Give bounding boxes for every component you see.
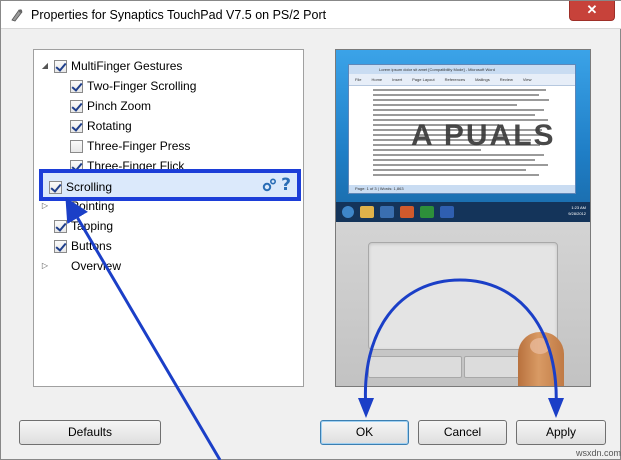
properties-window: Properties for Synaptics TouchPad V7.5 o…: [0, 0, 621, 460]
checkbox-multifinger-gestures[interactable]: [54, 59, 67, 73]
tree-item-label: Tapping: [71, 219, 114, 233]
help-question-icon[interactable]: ?: [281, 176, 291, 194]
settings-gear-icon[interactable]: [261, 177, 277, 193]
tree-item-label: Three-Finger Press: [87, 139, 191, 153]
tree-item-label: Pinch Zoom: [87, 99, 152, 113]
preview-ribbon-tab: File: [355, 77, 362, 82]
apply-button-label: Apply: [545, 425, 577, 439]
preview-touchpad-area: [336, 222, 590, 386]
preview-tray-clock: 1:23 AM 9/28/2012: [568, 205, 586, 217]
apply-button[interactable]: Apply: [516, 420, 606, 445]
settings-tree: ◢ MultiFinger Gestures Two-Finger Scroll…: [33, 49, 304, 387]
app-icon: [420, 206, 434, 218]
video-preview-panel: Lorem ipsum dolor sit amet [Compatibilit…: [335, 49, 591, 387]
tree-item-label: Overview: [71, 259, 122, 273]
checkbox-buttons[interactable]: [54, 239, 67, 253]
checkbox-tapping[interactable]: [54, 219, 67, 233]
tree-item-multifinger-gestures[interactable]: ◢ MultiFinger Gestures: [40, 56, 182, 76]
tree-item-scrolling[interactable]: Scrolling ?: [39, 169, 301, 201]
preview-taskbar: 1:23 AM 9/28/2012: [336, 202, 590, 222]
word-icon: [440, 206, 454, 218]
cancel-button[interactable]: Cancel: [418, 420, 507, 445]
appuals-watermark: A PUALS: [411, 119, 556, 152]
site-watermark: wsxdn.com: [576, 448, 621, 458]
app-icon: [400, 206, 414, 218]
scrolling-row-content: Scrolling: [49, 177, 112, 197]
defaults-button[interactable]: Defaults: [19, 420, 161, 445]
checkbox-scrolling[interactable]: [49, 180, 62, 194]
preview-ribbon-tab: References: [444, 77, 466, 82]
tree-item-label: Two-Finger Scrolling: [87, 79, 197, 93]
collapse-arrow-icon[interactable]: ◢: [40, 61, 50, 71]
window-title: Properties for Synaptics TouchPad V7.5 o…: [31, 8, 327, 22]
preview-tray-date: 9/28/2012: [568, 211, 586, 216]
checkbox-pinch-zoom[interactable]: [70, 99, 83, 113]
tree-item-pinch-zoom[interactable]: Pinch Zoom: [70, 96, 151, 116]
checkbox-two-finger-scrolling[interactable]: [70, 79, 83, 93]
title-bar: Properties for Synaptics TouchPad V7.5 o…: [1, 1, 621, 29]
folder-icon: [360, 206, 374, 218]
checkbox-three-finger-press[interactable]: [70, 139, 83, 153]
preview-ribbon-tab: View: [522, 77, 532, 82]
preview-ribbon-tab: Review: [499, 77, 513, 82]
preview-doc-ribbon: File Home Insert Page Layout References …: [349, 74, 575, 86]
tree-item-three-finger-press[interactable]: Three-Finger Press: [70, 136, 190, 156]
expand-arrow-icon[interactable]: ▷: [40, 201, 50, 211]
ok-button-label: OK: [355, 425, 374, 439]
preview-ribbon-tab: Insert: [392, 77, 403, 82]
tree-item-tapping[interactable]: Tapping: [54, 216, 113, 236]
checkbox-rotating[interactable]: [70, 119, 83, 133]
scrolling-row-actions: ?: [261, 176, 291, 194]
tree-item-two-finger-scrolling[interactable]: Two-Finger Scrolling: [70, 76, 196, 96]
tree-item-label: Buttons: [71, 239, 112, 253]
tree-item-buttons[interactable]: Buttons: [54, 236, 112, 256]
tree-item-label: Pointing: [71, 199, 115, 213]
preview-ribbon-tab: Mailings: [475, 77, 490, 82]
preview-ribbon-tab: Home: [371, 77, 383, 82]
tree-item-label: Scrolling: [66, 180, 113, 194]
start-orb-icon: [342, 206, 354, 218]
close-button[interactable]: ✕: [569, 1, 615, 21]
tree-item-overview[interactable]: ▷ Overview: [40, 256, 121, 276]
touchpad-app-icon: [11, 9, 23, 22]
finger-image: [518, 332, 564, 386]
preview-doc-status: Page: 1 of 3 | Words: 1,863: [349, 185, 575, 193]
tree-item-rotating[interactable]: Rotating: [70, 116, 132, 136]
preview-doc-title: Lorem ipsum dolor sit amet [Compatibilit…: [349, 65, 575, 74]
ok-button[interactable]: OK: [320, 420, 409, 445]
preview-ribbon-tab: Page Layout: [412, 77, 435, 82]
defaults-button-label: Defaults: [67, 425, 113, 439]
touchpad-left-button: [368, 356, 462, 378]
tree-item-label: Rotating: [87, 119, 132, 133]
cancel-button-label: Cancel: [443, 425, 482, 439]
expand-arrow-icon[interactable]: ▷: [40, 261, 50, 271]
app-icon: [380, 206, 394, 218]
tree-item-label: MultiFinger Gestures: [71, 59, 183, 73]
